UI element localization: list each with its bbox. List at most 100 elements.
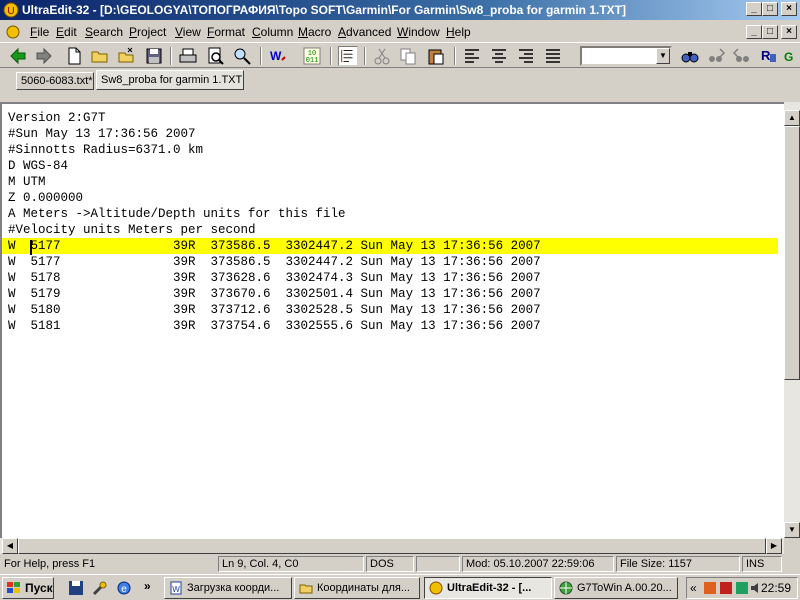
- tab-sw8-proba[interactable]: Sw8_proba for garmin 1.TXT: [96, 70, 244, 90]
- new-file-icon[interactable]: [64, 46, 84, 66]
- save-icon[interactable]: [144, 46, 164, 66]
- line-numbers-icon[interactable]: [338, 46, 358, 66]
- quicklaunch-more[interactable]: »: [144, 579, 151, 593]
- svg-text:R: R: [761, 48, 771, 63]
- menu-project[interactable]: Project: [129, 25, 166, 39]
- quicklaunch-ie-icon[interactable]: e: [116, 580, 132, 596]
- menu-macro[interactable]: Macro: [298, 25, 331, 39]
- task-zagruzka[interactable]: W Загрузка коорди...: [164, 577, 292, 599]
- mdi-minimize-button[interactable]: _: [746, 25, 762, 39]
- mdi-close-button[interactable]: ×: [781, 25, 797, 39]
- back-arrow-icon[interactable]: [8, 46, 28, 66]
- minimize-button[interactable]: _: [746, 2, 762, 16]
- find-prev-icon[interactable]: [732, 46, 752, 66]
- status-filesize: File Size: 1157: [616, 556, 740, 572]
- menu-column[interactable]: Column: [252, 25, 293, 39]
- editor-line-current: W 5177 39R 373586.5 3302447.2 Sun May 13…: [2, 238, 778, 254]
- scroll-down-arrow-icon[interactable]: ▼: [784, 522, 800, 538]
- menu-edit[interactable]: Edit: [56, 25, 77, 39]
- find-next-icon[interactable]: [706, 46, 726, 66]
- search-combo-box[interactable]: ▼: [580, 46, 672, 66]
- quicklaunch-tools-icon[interactable]: [92, 580, 108, 596]
- task-label: Координаты для...: [317, 582, 410, 594]
- menu-window[interactable]: Window: [397, 25, 440, 39]
- print-preview-icon[interactable]: [205, 46, 225, 66]
- menu-format[interactable]: Format: [207, 25, 245, 39]
- file-tab-bar: 5060-6083.txt* Sw8_proba for garmin 1.TX…: [0, 68, 800, 92]
- window-title: UltraEdit-32 - [D:\GEOLOGYA\ТОПОГРАФИЯ\T…: [22, 3, 626, 17]
- toolbar-separator: [454, 47, 456, 65]
- tray-clock[interactable]: 22:59: [761, 581, 791, 595]
- tray-security-icon[interactable]: [719, 581, 733, 595]
- svg-text:W: W: [270, 49, 282, 63]
- open-folder-icon[interactable]: [90, 46, 110, 66]
- copy-icon[interactable]: [398, 46, 418, 66]
- tray-expand[interactable]: «: [690, 581, 697, 595]
- menu-file[interactable]: File: [30, 25, 49, 39]
- chevron-down-icon[interactable]: ▼: [656, 48, 670, 64]
- print-icon[interactable]: [178, 46, 198, 66]
- vertical-scroll-thumb[interactable]: [784, 126, 800, 380]
- editor-line: Z 0.000000: [8, 191, 84, 205]
- document-system-icon[interactable]: [5, 24, 21, 40]
- start-button[interactable]: Пуск: [2, 577, 54, 599]
- horizontal-scrollbar[interactable]: ◀ ▶: [0, 538, 784, 554]
- menu-advanced[interactable]: Advanced: [338, 25, 391, 39]
- editor-line: Version 2:G7T: [8, 111, 106, 125]
- tray-app-icon[interactable]: [703, 581, 717, 595]
- maximize-button[interactable]: □: [762, 2, 778, 16]
- svg-text:e: e: [121, 584, 127, 595]
- tab-5060-6083[interactable]: 5060-6083.txt*: [16, 72, 94, 90]
- editor-text-area[interactable]: Version 2:G7T #Sun May 13 17:36:56 2007 …: [0, 102, 784, 538]
- paste-icon[interactable]: [426, 46, 446, 66]
- hex-mode-icon[interactable]: 10011: [302, 46, 322, 66]
- quicklaunch-save-icon[interactable]: [68, 580, 84, 596]
- svg-text:W: W: [172, 585, 180, 594]
- find-icon[interactable]: [680, 46, 700, 66]
- status-position: Ln 9, Col. 4, C0: [218, 556, 364, 572]
- align-center-icon[interactable]: [489, 46, 509, 66]
- align-left-icon[interactable]: [462, 46, 482, 66]
- editor-line: W 5180 39R 373712.6 3302528.5 Sun May 13…: [8, 303, 541, 317]
- status-bar: For Help, press F1 Ln 9, Col. 4, C0 DOS …: [0, 555, 800, 573]
- vertical-scrollbar[interactable]: ▲ ▼: [784, 102, 800, 538]
- scroll-right-arrow-icon[interactable]: ▶: [766, 538, 782, 554]
- title-bar[interactable]: U UltraEdit-32 - [D:\GEOLOGYA\ТОПОГРАФИЯ…: [0, 0, 800, 20]
- editor-line: W 5179 39R 373670.6 3302501.4 Sun May 13…: [8, 287, 541, 301]
- toolbar: W 10 011 ▼ R G: [0, 42, 800, 68]
- menu-search[interactable]: Search: [85, 25, 123, 39]
- scroll-left-arrow-icon[interactable]: ◀: [2, 538, 18, 554]
- svg-text:G: G: [784, 50, 793, 64]
- menu-help[interactable]: Help: [446, 25, 471, 39]
- task-koordinaty[interactable]: Координаты для...: [294, 577, 420, 599]
- toolbar-separator: [260, 47, 262, 65]
- status-empty: [416, 556, 460, 572]
- horizontal-scroll-thumb[interactable]: [18, 538, 766, 554]
- replace-icon[interactable]: R: [758, 46, 778, 66]
- cut-icon[interactable]: [372, 46, 392, 66]
- editor-line: W 5181 39R 373754.6 3302555.6 Sun May 13…: [8, 319, 541, 333]
- toolbar-separator: [170, 47, 172, 65]
- editor-line: #Sun May 13 17:36:56 2007: [8, 127, 196, 141]
- find-in-files-icon[interactable]: [232, 46, 252, 66]
- goto-icon[interactable]: G: [782, 46, 800, 66]
- task-g7towin[interactable]: G7ToWin A.00.20...: [554, 577, 678, 599]
- align-right-icon[interactable]: [516, 46, 536, 66]
- forward-arrow-icon[interactable]: [34, 46, 54, 66]
- close-button[interactable]: ×: [781, 2, 797, 16]
- word-wrap-icon[interactable]: W: [268, 46, 288, 66]
- ultraedit-app-icon[interactable]: U: [3, 2, 19, 18]
- scroll-up-arrow-icon[interactable]: ▲: [784, 110, 800, 126]
- system-tray: « 22:59: [686, 577, 798, 599]
- editor-line: D WGS-84: [8, 159, 69, 173]
- start-label: Пуск: [25, 581, 53, 595]
- task-label: UltraEdit-32 - [...: [447, 582, 532, 594]
- close-file-icon[interactable]: [116, 46, 136, 66]
- tray-network-icon[interactable]: [735, 581, 749, 595]
- task-ultraedit[interactable]: UltraEdit-32 - [...: [424, 577, 552, 599]
- editor-line: M UTM: [8, 175, 46, 189]
- justify-icon[interactable]: [543, 46, 563, 66]
- mdi-restore-button[interactable]: □: [762, 25, 778, 39]
- editor-line: A Meters ->Altitude/Depth units for this…: [8, 207, 346, 221]
- menu-view[interactable]: View: [175, 25, 201, 39]
